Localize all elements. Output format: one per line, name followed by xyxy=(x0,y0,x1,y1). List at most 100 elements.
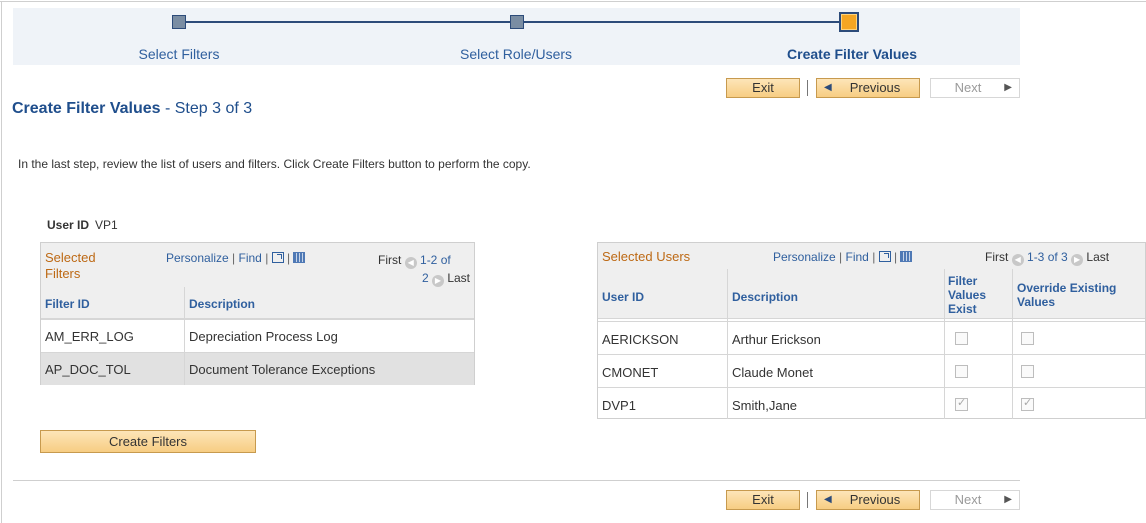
find-link[interactable]: Find xyxy=(846,250,869,264)
override-existing-checkbox[interactable] xyxy=(1021,365,1034,378)
filter-values-exist-checkbox xyxy=(955,365,968,378)
filters-grid-header: Selected Filters Personalize | Find | | … xyxy=(41,243,474,319)
table-row: AERICKSON Arthur Erickson xyxy=(598,321,1145,354)
filter-values-exist-checkbox xyxy=(955,396,968,411)
step-node-1[interactable] xyxy=(172,15,186,29)
cell-description: Depreciation Process Log xyxy=(189,329,338,344)
step-label-select-role-users[interactable]: Select Role/Users xyxy=(460,46,572,62)
table-row: AP_DOC_TOL Document Tolerance Exceptions xyxy=(41,352,474,385)
view-all-icon[interactable] xyxy=(271,252,284,263)
cell-description: Claude Monet xyxy=(732,365,813,380)
next-label: Next xyxy=(954,80,982,95)
col-header-override-existing[interactable]: Override Existing Values xyxy=(1017,281,1116,309)
row-range: 1-2 of xyxy=(420,253,451,267)
last-link: Last xyxy=(447,271,470,285)
override-existing-checkbox[interactable] xyxy=(1021,396,1034,411)
create-filters-button[interactable]: Create Filters xyxy=(40,430,256,453)
table-row: CMONET Claude Monet xyxy=(598,354,1145,387)
column-divider xyxy=(184,287,185,385)
cell-user-id: AERICKSON xyxy=(602,332,679,347)
right-arrow-icon: ▶ xyxy=(1004,82,1012,93)
col-header-description[interactable]: Description xyxy=(189,297,255,311)
cell-filter-id: AM_ERR_LOG xyxy=(45,329,134,344)
step-label-select-filters[interactable]: Select Filters xyxy=(139,46,220,62)
view-all-icon[interactable] xyxy=(878,251,891,262)
nav-separator xyxy=(807,492,808,508)
filters-grid-tools: Personalize | Find | | xyxy=(166,251,306,265)
users-grid-tools: Personalize | Find | | xyxy=(773,250,913,264)
step-train: Select Filters Select Role/Users Create … xyxy=(13,8,1020,65)
personalize-link[interactable]: Personalize xyxy=(773,250,836,264)
personalize-link[interactable]: Personalize xyxy=(166,251,229,265)
users-grid-pager: First ◀ 1-3 of 3 ▶ Last xyxy=(985,250,1109,266)
previous-label: Previous xyxy=(849,492,901,507)
user-id-field: User ID VP1 xyxy=(47,218,118,232)
left-arrow-icon: ◀ xyxy=(824,82,832,93)
col-header-filter-id[interactable]: Filter ID xyxy=(45,297,90,311)
next-button[interactable]: Next ▶ xyxy=(930,78,1020,98)
page-title: Create Filter Values - Step 3 of 3 xyxy=(12,100,252,118)
row-total: 2 xyxy=(421,271,429,285)
exit-button[interactable]: Exit xyxy=(726,78,800,98)
first-link: First xyxy=(985,250,1009,264)
user-id-label: User ID xyxy=(47,218,90,232)
find-link[interactable]: Find xyxy=(239,251,262,265)
cell-filter-id: AP_DOC_TOL xyxy=(45,362,131,377)
next-page-icon[interactable]: ▶ xyxy=(431,275,444,287)
filters-grid-title-line2: Filters xyxy=(45,266,81,281)
frame-left-border xyxy=(1,1,2,523)
column-divider xyxy=(1012,269,1013,419)
nav-separator xyxy=(807,80,808,96)
users-grid-header: Selected Users Personalize | Find | | Fi… xyxy=(598,243,1145,319)
filters-grid-title: Selected Filters xyxy=(45,250,96,282)
col-header-line: Filter xyxy=(948,274,978,288)
left-arrow-icon: ◀ xyxy=(824,494,832,505)
table-row: DVP1 Smith,Jane xyxy=(598,387,1145,419)
cell-user-id: CMONET xyxy=(602,365,659,380)
col-header-line: Values xyxy=(948,288,987,302)
train-connector xyxy=(179,21,517,23)
selected-filters-grid: Selected Filters Personalize | Find | | … xyxy=(40,242,475,385)
users-grid-title: Selected Users xyxy=(602,249,691,264)
step-node-3-current xyxy=(839,12,859,32)
user-id-value: VP1 xyxy=(95,218,118,232)
selected-users-grid: Selected Users Personalize | Find | | Fi… xyxy=(597,242,1146,419)
prev-page-icon[interactable]: ◀ xyxy=(404,257,417,269)
next-button[interactable]: Next ▶ xyxy=(930,490,1020,510)
filter-values-exist-checkbox xyxy=(955,332,968,345)
filters-grid-pager: First ◀ 1-2 of 2 ▶ Last xyxy=(378,251,470,287)
right-arrow-icon: ▶ xyxy=(1004,494,1012,505)
last-link: Last xyxy=(1086,250,1110,264)
cell-description: Arthur Erickson xyxy=(732,332,821,347)
cell-user-id: DVP1 xyxy=(602,398,636,413)
col-header-line: Values xyxy=(1017,295,1056,309)
col-header-line: Override Existing xyxy=(1017,281,1117,295)
bottom-divider xyxy=(13,480,1020,481)
page-step-text: - Step 3 of 3 xyxy=(160,100,253,117)
col-header-user-id[interactable]: User ID xyxy=(602,290,644,304)
exit-button[interactable]: Exit xyxy=(726,490,800,510)
cell-description: Document Tolerance Exceptions xyxy=(189,362,376,377)
previous-label: Previous xyxy=(849,80,901,95)
col-header-filter-values-exist[interactable]: Filter Values Exist xyxy=(948,274,986,316)
page-title-text: Create Filter Values xyxy=(12,100,161,117)
train-connector xyxy=(517,21,849,23)
previous-button[interactable]: ◀ Previous xyxy=(816,78,920,98)
override-existing-checkbox[interactable] xyxy=(1021,332,1034,345)
cell-description: Smith,Jane xyxy=(732,398,798,413)
prev-page-icon[interactable]: ◀ xyxy=(1011,254,1024,266)
column-divider xyxy=(727,269,728,419)
first-link: First xyxy=(378,253,402,267)
download-icon[interactable] xyxy=(293,252,306,263)
row-range: 1-3 of 3 xyxy=(1027,250,1068,264)
step-label-create-filter-values: Create Filter Values xyxy=(787,46,917,62)
frame-top-border xyxy=(0,1,1146,2)
instruction-text: In the last step, review the list of use… xyxy=(18,157,531,171)
col-header-description[interactable]: Description xyxy=(732,290,798,304)
table-row: AM_ERR_LOG Depreciation Process Log xyxy=(41,319,474,352)
previous-button[interactable]: ◀ Previous xyxy=(816,490,920,510)
next-label: Next xyxy=(954,492,982,507)
next-page-icon[interactable]: ▶ xyxy=(1071,254,1084,266)
download-icon[interactable] xyxy=(900,251,913,262)
step-node-2[interactable] xyxy=(510,15,524,29)
